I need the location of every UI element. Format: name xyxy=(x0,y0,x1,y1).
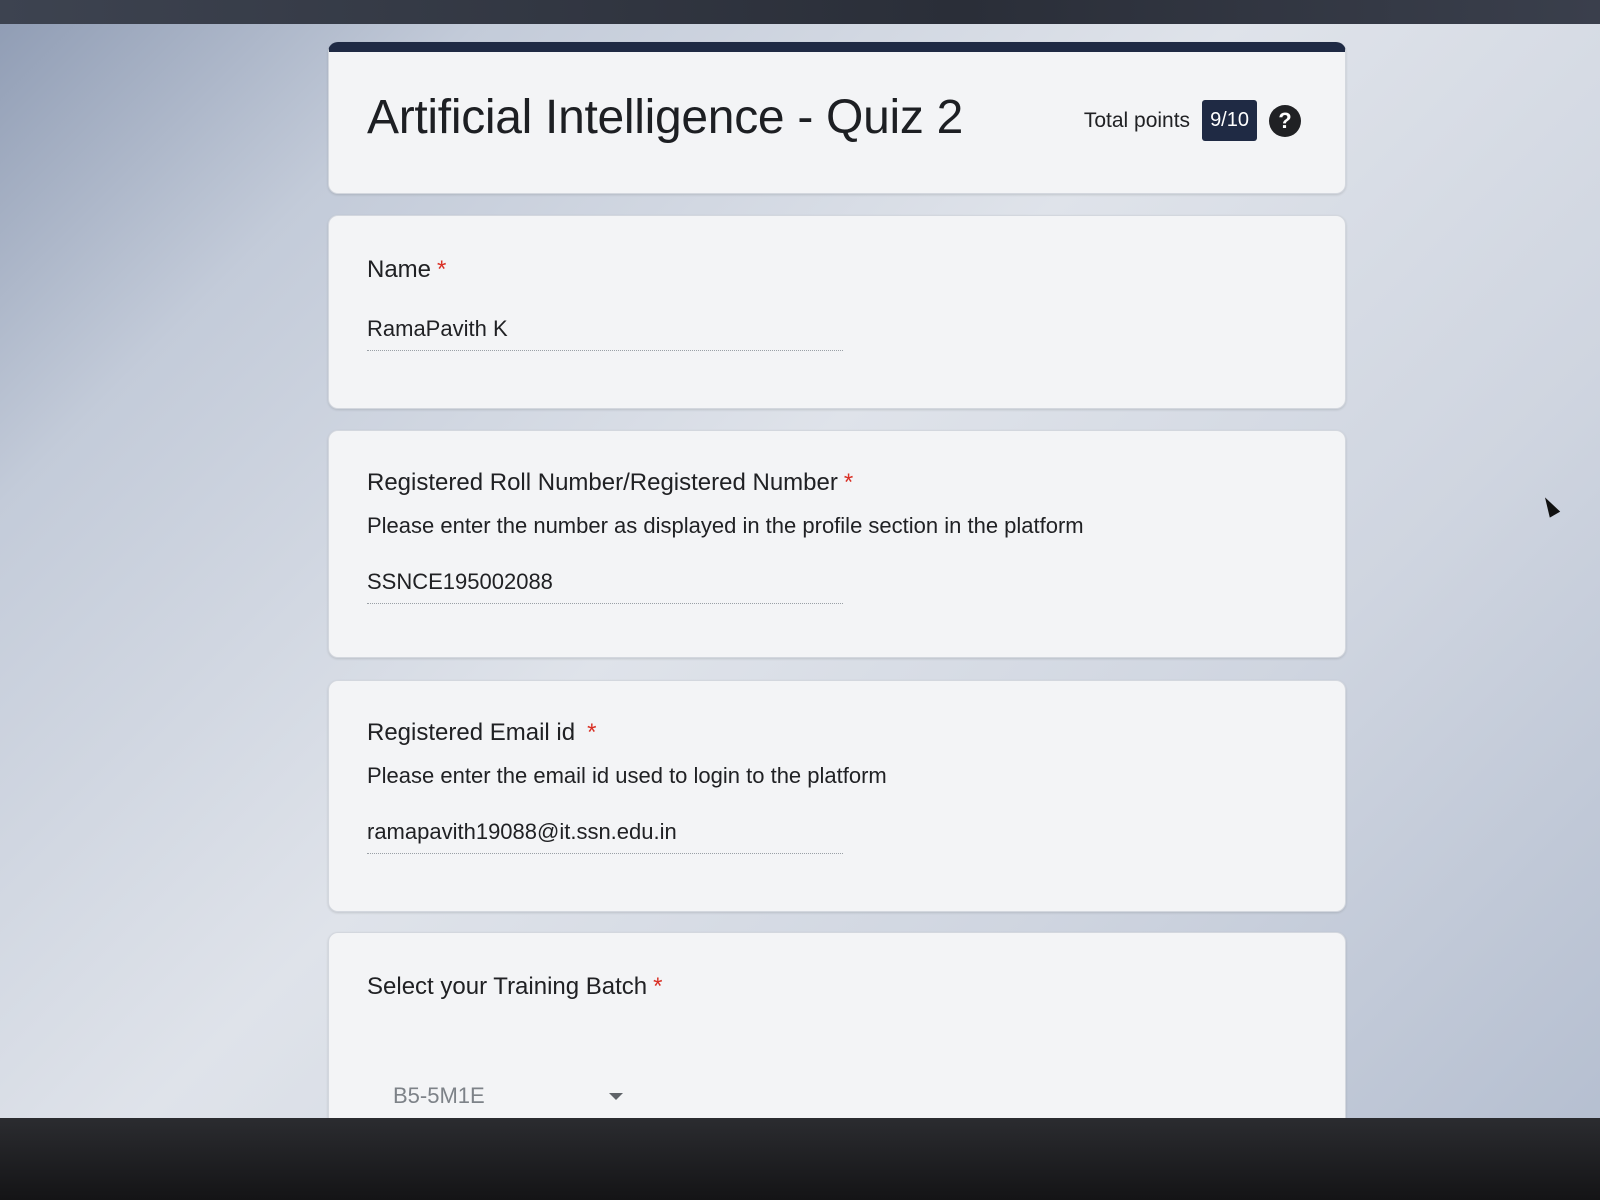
question-label-text: Select your Training Batch xyxy=(367,973,648,1000)
required-asterisk: * xyxy=(653,973,663,1000)
question-label-text: Name xyxy=(367,256,432,283)
page-title: Artificial Intelligence - Quiz 2 xyxy=(367,91,963,144)
required-asterisk: * xyxy=(437,256,447,283)
question-card-name: Name * RamaPavith K xyxy=(328,215,1346,409)
question-card-email: Registered Email id * Please enter the em… xyxy=(328,680,1346,912)
total-points-label: Total points xyxy=(1083,108,1191,132)
question-help-roll-number: Please enter the number as displayed in … xyxy=(367,513,1084,538)
mouse-pointer-icon xyxy=(1539,494,1561,518)
training-batch-dropdown[interactable]: B5-5M1E xyxy=(393,1083,623,1109)
browser-top-strip xyxy=(0,0,1600,24)
chevron-down-icon xyxy=(609,1092,623,1100)
help-icon[interactable]: ? xyxy=(1269,104,1301,137)
screen-bezel xyxy=(0,1118,1600,1200)
question-help-email: Please enter the email id used to login … xyxy=(367,763,887,788)
required-asterisk: * xyxy=(843,469,854,496)
question-label-name: Name * xyxy=(367,256,446,284)
form-header-card: Artificial Intelligence - Quiz 2 Total p… xyxy=(328,42,1346,194)
question-label-email: Registered Email id * xyxy=(367,719,596,747)
question-label-training-batch: Select your Training Batch * xyxy=(367,973,663,1001)
name-answer-field[interactable]: RamaPavith K xyxy=(367,316,843,351)
total-points: Total points 9/10 ? xyxy=(1084,100,1301,141)
question-label-text: Registered Email id xyxy=(367,719,576,746)
question-label-text: Registered Roll Number/Registered Number xyxy=(367,469,838,496)
question-label-roll-number: Registered Roll Number/Registered Number… xyxy=(367,469,853,497)
training-batch-selected-value: B5-5M1E xyxy=(393,1083,485,1108)
score-badge: 9/10 xyxy=(1202,100,1257,141)
question-card-training-batch: Select your Training Batch * B5-5M1E xyxy=(328,932,1346,1118)
question-card-roll-number: Registered Roll Number/Registered Number… xyxy=(328,430,1346,658)
required-asterisk: * xyxy=(587,719,597,746)
email-answer-field[interactable]: ramapavith19088@it.ssn.edu.in xyxy=(367,819,843,854)
roll-number-answer-field[interactable]: SSNCE195002088 xyxy=(367,569,843,604)
